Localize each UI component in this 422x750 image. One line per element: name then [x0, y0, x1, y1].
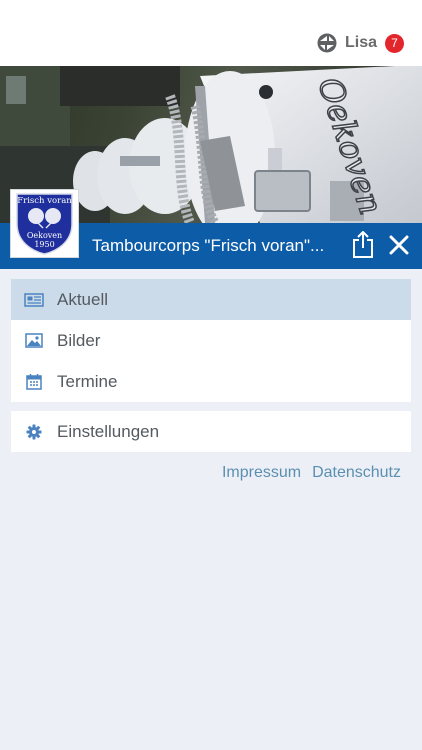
- menu-item-einstellungen[interactable]: Einstellungen: [11, 411, 411, 452]
- notification-badge: 7: [385, 33, 404, 53]
- user-menu[interactable]: Lisa 7: [317, 33, 404, 53]
- menu-item-label: Termine: [57, 371, 118, 391]
- menu-item-aktuell[interactable]: Aktuell: [11, 279, 411, 320]
- logo-top-text: Frisch voran: [17, 196, 72, 206]
- menu-item-termine[interactable]: Termine: [11, 361, 411, 402]
- impressum-link[interactable]: Impressum: [222, 464, 301, 482]
- menu-item-label: Aktuell: [57, 289, 109, 309]
- menu-item-bilder[interactable]: Bilder: [11, 320, 411, 361]
- gear-icon: [24, 423, 44, 441]
- newspaper-icon: [24, 291, 44, 309]
- close-icon[interactable]: [388, 234, 410, 256]
- club-crest-icon: Frisch voran Oekoven 1950: [16, 193, 73, 255]
- image-icon: [24, 332, 44, 350]
- share-icon[interactable]: [351, 231, 375, 259]
- logo-year: 1950: [34, 240, 54, 249]
- datenschutz-link[interactable]: Datenschutz: [312, 464, 401, 482]
- menu-item-label: Bilder: [57, 330, 101, 350]
- calendar-icon: [24, 373, 44, 391]
- menu-item-label: Einstellungen: [57, 421, 160, 441]
- footer-links: Impressum Datenschutz: [222, 464, 401, 482]
- settings-menu: Einstellungen: [11, 411, 411, 452]
- top-bar: Lisa 7: [0, 0, 422, 66]
- community-logo-icon: [317, 33, 337, 53]
- logo-bottom-text: Oekoven: [27, 231, 62, 240]
- main-menu: Aktuell Bilder Termine: [11, 279, 411, 402]
- group-title: Tambourcorps "Frisch voran"...: [92, 236, 325, 255]
- group-logo: Frisch voran Oekoven 1950: [10, 189, 79, 258]
- user-name: Lisa: [344, 34, 377, 51]
